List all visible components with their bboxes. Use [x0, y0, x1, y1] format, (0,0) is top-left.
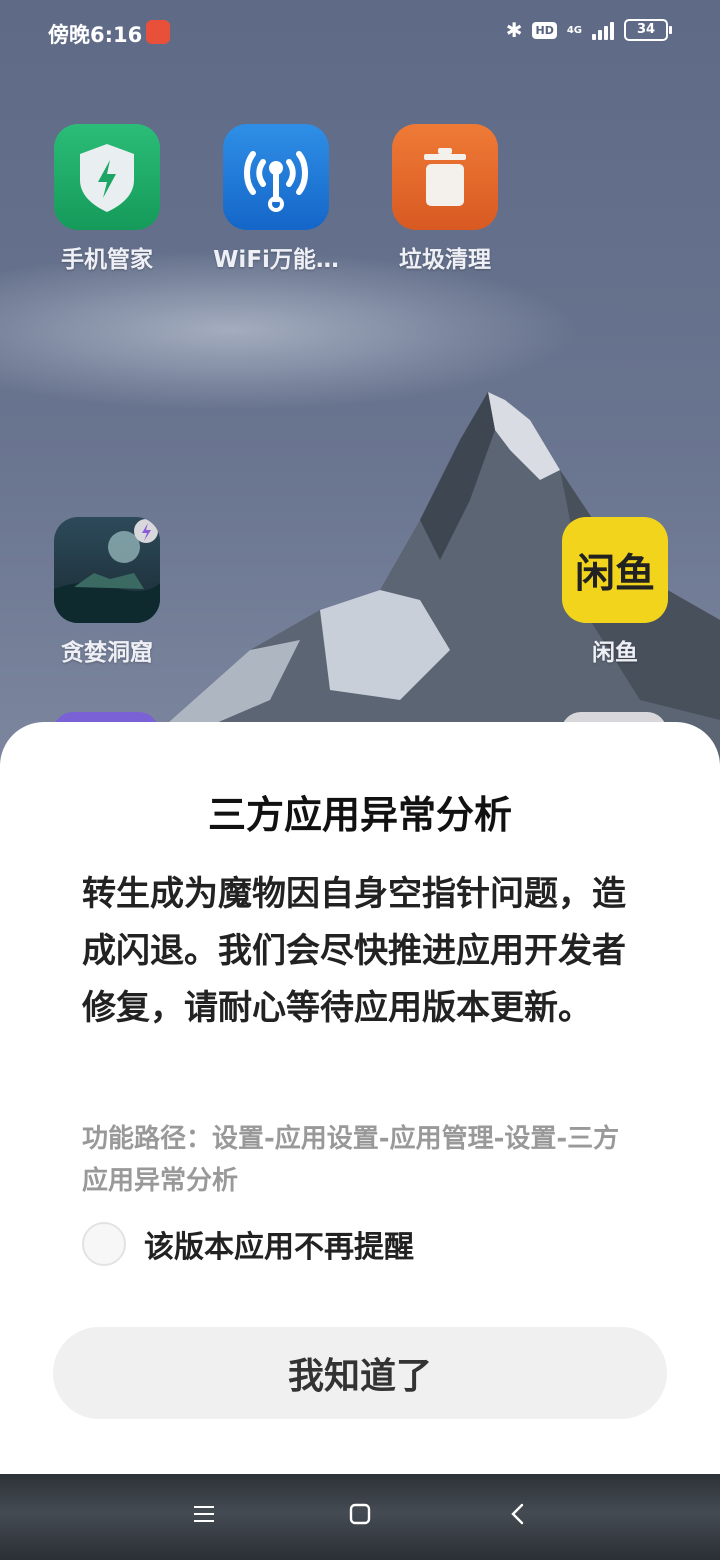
app-label: 闲鱼 — [592, 640, 638, 666]
app-cleaner[interactable]: 垃圾清理 — [370, 124, 520, 274]
clock: 傍晚6:16 — [48, 23, 143, 47]
app-wifi-master[interactable]: WiFi万能… — [201, 124, 351, 274]
checkbox-label[interactable]: 该版本应用不再提醒 — [144, 1222, 414, 1266]
home-icon[interactable] — [348, 1502, 372, 1526]
app-label: 垃圾清理 — [399, 247, 491, 273]
menu-icon[interactable] — [192, 1502, 216, 1526]
dialog-title: 三方应用异常分析 — [207, 793, 512, 837]
network-type: 4G — [566, 24, 582, 36]
bluetooth-icon: ✱ — [505, 18, 523, 42]
dialog-message: 转生成为魔物因自身空指针问题，造成闪退。我们会尽快推进应用开发者修复，请耐心等待… — [82, 874, 626, 1028]
navigation-bar — [0, 1474, 720, 1560]
shield-icon — [54, 124, 160, 230]
app-label: 贪婪洞窟 — [61, 640, 153, 666]
hd-badge: HD — [532, 21, 557, 39]
app-xianyu[interactable]: 闲鱼 闲鱼 — [540, 517, 690, 667]
crash-analysis-dialog: 三方应用异常分析 转生成为魔物因自身空指针问题，造成闪退。我们会尽快推进应用开发… — [0, 722, 720, 1474]
trash-icon — [392, 124, 498, 230]
xianyu-logo-icon: 闲鱼 — [562, 517, 668, 623]
battery-icon: 34 — [624, 19, 672, 41]
dont-remind-checkbox[interactable]: 该版本应用不再提醒 — [82, 1222, 414, 1266]
wifi-key-icon — [223, 124, 329, 230]
checkbox-circle-icon[interactable] — [82, 1222, 126, 1266]
app-label: 手机管家 — [61, 247, 153, 273]
feature-path-text: 功能路径：设置-应用设置-应用管理-设置-三方应用异常分析 — [82, 1124, 620, 1196]
back-icon[interactable] — [506, 1502, 530, 1526]
app-phone-manager[interactable]: 手机管家 — [32, 124, 182, 274]
status-bar: 傍晚6:16 ✱ HD 4G 34 — [0, 0, 720, 64]
got-it-button[interactable]: 我知道了 — [53, 1327, 667, 1419]
signal-icon — [592, 20, 614, 40]
app-label: WiFi万能… — [213, 247, 339, 273]
app-greedy-cave[interactable]: 贪婪洞窟 — [32, 517, 182, 667]
game-art-icon — [54, 517, 160, 623]
notification-app-icon — [146, 20, 170, 44]
